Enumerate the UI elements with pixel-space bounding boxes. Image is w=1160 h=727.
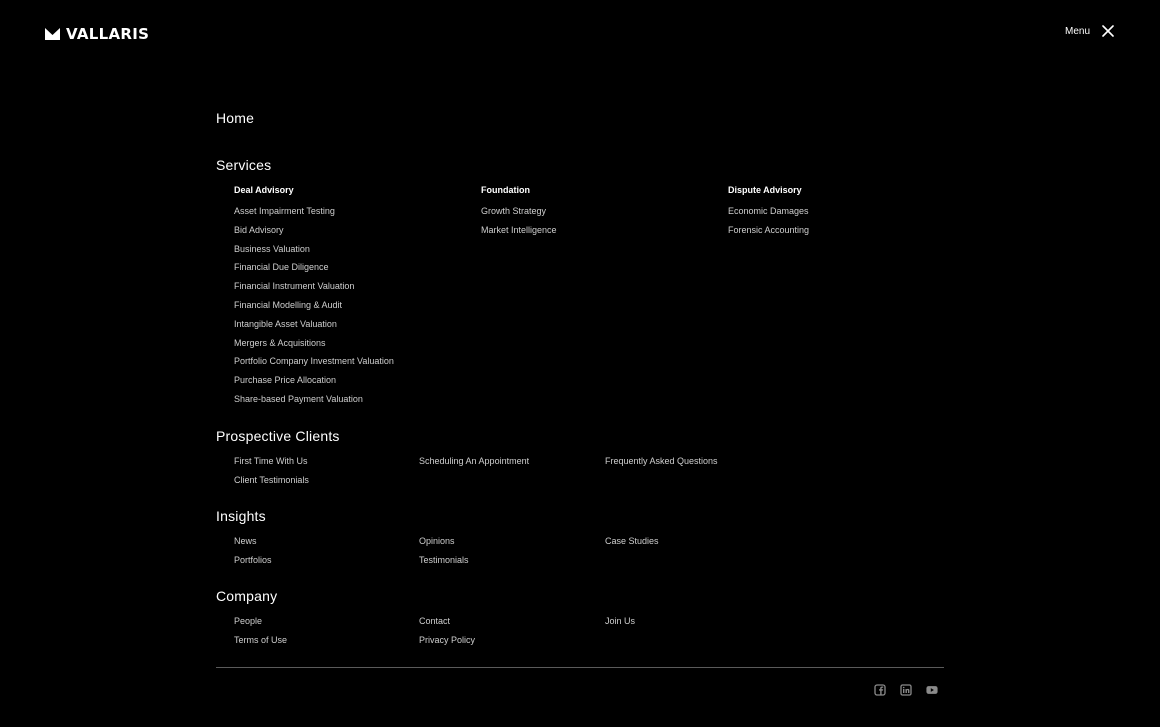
deal-advisory-column: Deal Advisory Asset Impairment Testing B…: [234, 185, 394, 413]
nav-link-people[interactable]: People: [234, 616, 287, 627]
nav-link-financial-modelling-audit[interactable]: Financial Modelling & Audit: [234, 300, 394, 311]
company-col-1: People Terms of Use: [234, 616, 287, 654]
close-icon: [1102, 25, 1114, 37]
footer-divider: [216, 667, 944, 668]
prospective-clients-col-2: Scheduling An Appointment: [419, 456, 529, 475]
menu-close-button[interactable]: Menu: [1065, 25, 1114, 37]
vallaris-logo[interactable]: VALLARIS: [45, 26, 149, 42]
nav-link-testimonials[interactable]: Testimonials: [419, 555, 469, 566]
dispute-advisory-heading[interactable]: Dispute Advisory: [728, 185, 809, 196]
nav-link-client-testimonials[interactable]: Client Testimonials: [234, 475, 309, 486]
services-title[interactable]: Services: [216, 157, 271, 173]
nav-link-portfolios[interactable]: Portfolios: [234, 555, 272, 566]
prospective-clients-title[interactable]: Prospective Clients: [216, 428, 340, 444]
nav-link-join-us[interactable]: Join Us: [605, 616, 635, 627]
nav-link-scheduling-an-appointment[interactable]: Scheduling An Appointment: [419, 456, 529, 467]
company-title[interactable]: Company: [216, 588, 277, 604]
insights-col-1: News Portfolios: [234, 536, 272, 574]
nav-link-share-based-payment-valuation[interactable]: Share-based Payment Valuation: [234, 394, 394, 405]
menu-label: Menu: [1064, 25, 1090, 37]
nav-link-market-intelligence[interactable]: Market Intelligence: [481, 225, 557, 236]
facebook-icon[interactable]: [874, 684, 886, 696]
linkedin-icon[interactable]: [900, 684, 912, 696]
nav-link-case-studies[interactable]: Case Studies: [605, 536, 659, 547]
deal-advisory-heading[interactable]: Deal Advisory: [234, 185, 394, 196]
youtube-icon[interactable]: [926, 684, 938, 696]
nav-link-financial-instrument-valuation[interactable]: Financial Instrument Valuation: [234, 281, 394, 292]
insights-title[interactable]: Insights: [216, 508, 266, 524]
nav-link-first-time-with-us[interactable]: First Time With Us: [234, 456, 309, 467]
nav-link-terms-of-use[interactable]: Terms of Use: [234, 635, 287, 646]
social-links: [874, 684, 938, 696]
insights-col-3: Case Studies: [605, 536, 659, 555]
nav-link-contact[interactable]: Contact: [419, 616, 475, 627]
foundation-heading[interactable]: Foundation: [481, 185, 557, 196]
logo-text: VALLARIS: [66, 25, 150, 43]
nav-link-frequently-asked-questions[interactable]: Frequently Asked Questions: [605, 456, 718, 467]
nav-link-business-valuation[interactable]: Business Valuation: [234, 244, 394, 255]
nav-link-bid-advisory[interactable]: Bid Advisory: [234, 225, 394, 236]
nav-link-forensic-accounting[interactable]: Forensic Accounting: [728, 225, 809, 236]
company-col-2: Contact Privacy Policy: [419, 616, 475, 654]
nav-link-intangible-asset-valuation[interactable]: Intangible Asset Valuation: [234, 319, 394, 330]
logo-mark-icon: [45, 28, 60, 40]
nav-link-economic-damages[interactable]: Economic Damages: [728, 206, 809, 217]
nav-link-news[interactable]: News: [234, 536, 272, 547]
company-col-3: Join Us: [605, 616, 635, 635]
nav-link-growth-strategy[interactable]: Growth Strategy: [481, 206, 557, 217]
nav-link-privacy-policy[interactable]: Privacy Policy: [419, 635, 475, 646]
nav-link-mergers-acquisitions[interactable]: Mergers & Acquisitions: [234, 338, 394, 349]
nav-link-portfolio-company-investment-valuation[interactable]: Portfolio Company Investment Valuation: [234, 356, 394, 367]
nav-home-link[interactable]: Home: [216, 110, 254, 126]
prospective-clients-col-3: Frequently Asked Questions: [605, 456, 718, 475]
nav-link-opinions[interactable]: Opinions: [419, 536, 469, 547]
foundation-column: Foundation Growth Strategy Market Intell…: [481, 185, 557, 244]
nav-link-purchase-price-allocation[interactable]: Purchase Price Allocation: [234, 375, 394, 386]
dispute-advisory-column: Dispute Advisory Economic Damages Forens…: [728, 185, 809, 244]
prospective-clients-col-1: First Time With Us Client Testimonials: [234, 456, 309, 494]
nav-link-financial-due-diligence[interactable]: Financial Due Diligence: [234, 262, 394, 273]
nav-link-asset-impairment-testing[interactable]: Asset Impairment Testing: [234, 206, 394, 217]
insights-col-2: Opinions Testimonials: [419, 536, 469, 574]
